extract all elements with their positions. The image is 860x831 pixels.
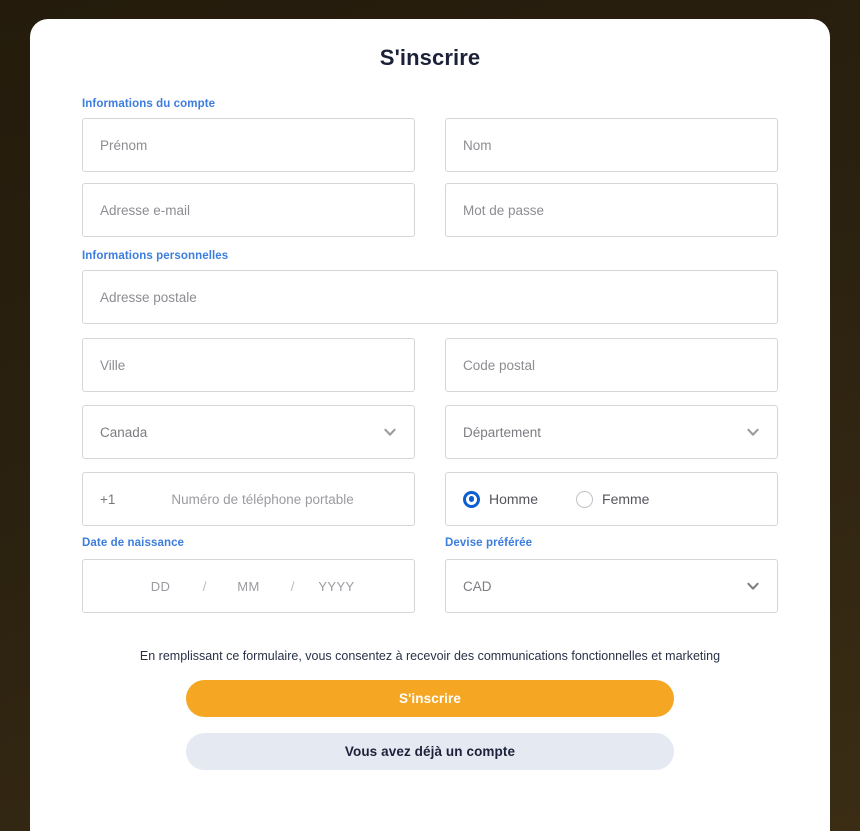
gender-radio-group: Homme Femme: [445, 472, 778, 526]
signup-card: S'inscrire Informations du compte Prénom…: [30, 19, 830, 831]
email-col: Adresse e-mail: [82, 183, 415, 237]
password-placeholder: Mot de passe: [463, 202, 545, 218]
chevron-down-icon: [745, 424, 761, 440]
phone-placeholder: Numéro de téléphone portable: [171, 491, 354, 507]
page-title: S'inscrire: [379, 45, 481, 70]
phone-field[interactable]: +1 Numéro de téléphone portable: [82, 472, 415, 526]
section-label-account: Informations du compte: [82, 98, 216, 110]
email-placeholder: Adresse e-mail: [100, 202, 191, 218]
province-select[interactable]: Département: [445, 405, 778, 459]
dob-currency-labels-row: Date de naissance Devise préférée: [82, 537, 778, 549]
dob-col: DD / MM / YYYY: [82, 559, 415, 613]
dob-currency-row: DD / MM / YYYY CAD: [82, 559, 778, 613]
password-field[interactable]: Mot de passe: [445, 183, 778, 237]
email-field[interactable]: Adresse e-mail: [82, 183, 415, 237]
first-name-placeholder: Prénom: [100, 137, 148, 153]
phone-col: +1 Numéro de téléphone portable: [82, 472, 415, 526]
chevron-down-icon: [745, 578, 761, 594]
section-label-currency: Devise préférée: [445, 537, 533, 549]
phone-gender-row: +1 Numéro de téléphone portable Homme Fe…: [82, 472, 778, 526]
city-col: Ville: [82, 338, 415, 392]
postal-code-placeholder: Code postal: [463, 357, 536, 373]
address-col: Adresse postale: [82, 270, 778, 324]
country-col: Canada: [82, 405, 415, 459]
section-label-personal: Informations personnelles: [82, 250, 229, 262]
province-value: Département: [463, 424, 542, 440]
postal-code-col: Code postal: [445, 338, 778, 392]
gender-option-female[interactable]: Femme: [576, 490, 650, 508]
city-field[interactable]: Ville: [82, 338, 415, 392]
last-name-col: Nom: [445, 118, 778, 172]
radio-female-icon[interactable]: [576, 490, 594, 508]
city-postal-row: Ville Code postal: [82, 338, 778, 392]
last-name-field[interactable]: Nom: [445, 118, 778, 172]
birthdate-separator-2: /: [290, 578, 295, 594]
address-row: Adresse postale: [82, 270, 778, 324]
submit-button[interactable]: S'inscrire: [186, 680, 674, 717]
account-name-row: Prénom Nom: [82, 118, 778, 172]
postal-code-field[interactable]: Code postal: [445, 338, 778, 392]
dob-label-col: Date de naissance: [82, 537, 415, 549]
province-col: Département: [445, 405, 778, 459]
gender-option-male[interactable]: Homme: [463, 490, 539, 508]
gender-option-female-label: Femme: [602, 491, 650, 507]
street-address-field[interactable]: Adresse postale: [82, 270, 778, 324]
birthdate-year-input[interactable]: YYYY: [304, 579, 370, 594]
existing-account-button[interactable]: Vous avez déjà un compte: [186, 733, 674, 770]
country-value: Canada: [100, 424, 148, 440]
birthdate-field[interactable]: DD / MM / YYYY: [82, 559, 415, 613]
currency-col: CAD: [445, 559, 778, 613]
chevron-down-icon: [382, 424, 398, 440]
first-name-field[interactable]: Prénom: [82, 118, 415, 172]
currency-value: CAD: [463, 578, 492, 594]
first-name-col: Prénom: [82, 118, 415, 172]
gender-option-male-label: Homme: [489, 491, 539, 507]
section-label-birthdate: Date de naissance: [82, 537, 185, 549]
gender-col: Homme Femme: [445, 472, 778, 526]
country-select[interactable]: Canada: [82, 405, 415, 459]
phone-country-prefix: +1: [100, 491, 116, 507]
birthdate-day-input[interactable]: DD: [128, 579, 194, 594]
currency-select[interactable]: CAD: [445, 559, 778, 613]
radio-male-icon[interactable]: [463, 490, 480, 508]
account-credentials-row: Adresse e-mail Mot de passe: [82, 183, 778, 237]
street-address-placeholder: Adresse postale: [100, 289, 197, 305]
birthdate-separator-1: /: [202, 578, 207, 594]
last-name-placeholder: Nom: [463, 137, 492, 153]
currency-label-col: Devise préférée: [445, 537, 778, 549]
birthdate-month-input[interactable]: MM: [216, 579, 282, 594]
city-placeholder: Ville: [100, 357, 126, 373]
password-col: Mot de passe: [445, 183, 778, 237]
country-province-row: Canada Département: [82, 405, 778, 459]
consent-text: En remplissant ce formulaire, vous conse…: [139, 649, 721, 663]
